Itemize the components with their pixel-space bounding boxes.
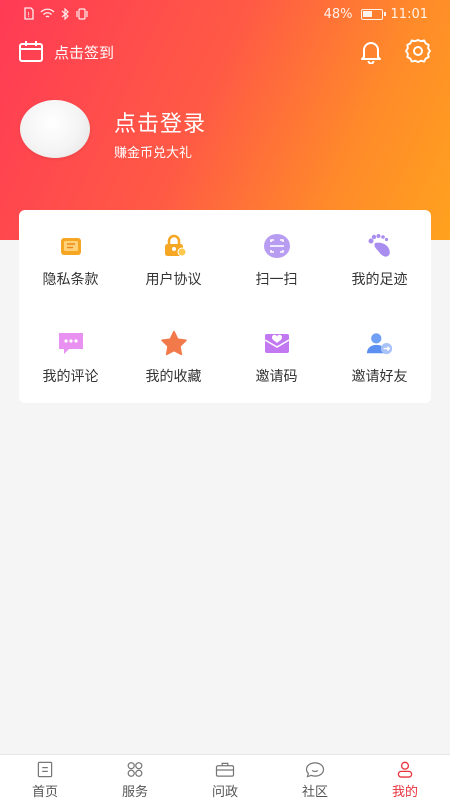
battery-percent: 48%: [323, 7, 353, 22]
user-agreement-lock-icon: [160, 232, 188, 260]
menu-card: 隐私条款 用户协议 扫一扫 我的足迹 我的评论 我的收藏 邀请码 邀请好友: [19, 210, 431, 403]
menu-item-label: 邀请码: [255, 369, 298, 385]
menu-item-favorites[interactable]: 我的收藏: [122, 307, 225, 403]
avatar[interactable]: [20, 100, 90, 158]
login-subtitle: 赚金币兑大礼: [114, 146, 193, 161]
menu-item-label: 用户协议: [145, 272, 202, 288]
community-chat-icon: [305, 762, 325, 778]
privacy-document-icon: [57, 232, 85, 260]
footprint-icon: [366, 232, 394, 260]
menu-item-invite-code[interactable]: 邀请码: [225, 307, 328, 403]
wifi-icon: [40, 8, 55, 18]
tab-inquiry[interactable]: 问政: [180, 755, 270, 800]
menu-item-label: 隐私条款: [42, 272, 99, 288]
menu-item-label: 我的评论: [42, 369, 99, 385]
scan-icon: [263, 232, 291, 260]
comment-icon: [57, 329, 85, 357]
menu-item-label: 我的收藏: [145, 369, 202, 385]
menu-item-label: 扫一扫: [255, 272, 298, 288]
bottom-tab-bar: 首页 服务 问政 社区 我的: [0, 754, 450, 800]
status-icons-left: !: [24, 7, 89, 20]
clock: 11:01: [390, 7, 428, 22]
gear-icon[interactable]: [404, 38, 432, 64]
menu-item-privacy[interactable]: 隐私条款: [19, 210, 122, 307]
svg-text:!: !: [27, 11, 30, 19]
signin-label: 点击签到: [54, 43, 115, 62]
tab-label: 服务: [121, 785, 148, 800]
service-grid-icon: [127, 762, 143, 777]
bell-icon[interactable]: [358, 38, 384, 64]
tab-service[interactable]: 服务: [90, 755, 180, 800]
tab-label: 问政: [211, 785, 238, 800]
star-icon: [160, 329, 188, 357]
tab-mine[interactable]: 我的: [360, 755, 450, 800]
sim-icon: !: [24, 7, 34, 20]
invite-code-envelope-icon: [263, 329, 291, 357]
calendar-icon: [19, 41, 43, 62]
tab-label: 首页: [31, 785, 58, 800]
menu-item-scan[interactable]: 扫一扫: [225, 210, 328, 307]
invite-friend-icon: [366, 329, 394, 357]
menu-item-label: 我的足迹: [351, 272, 408, 288]
tab-home[interactable]: 首页: [0, 755, 90, 800]
vibrate-icon: [76, 7, 88, 20]
status-icons-right: 48% 11:01: [324, 7, 428, 22]
signin-button[interactable]: 点击签到: [18, 40, 114, 64]
tab-community[interactable]: 社区: [270, 755, 360, 800]
menu-item-footprint[interactable]: 我的足迹: [328, 210, 431, 307]
status-bar: ! 48% 11:01: [0, 0, 450, 30]
menu-item-comment[interactable]: 我的评论: [19, 307, 122, 403]
menu-item-user-agreement[interactable]: 用户协议: [122, 210, 225, 307]
tab-label: 社区: [301, 785, 328, 800]
menu-item-invite-friend[interactable]: 邀请好友: [328, 307, 431, 403]
login-title[interactable]: 点击登录: [114, 106, 206, 138]
bluetooth-icon: [61, 7, 69, 20]
tab-label: 我的: [391, 785, 418, 800]
home-news-icon: [37, 761, 53, 778]
top-actions: [358, 38, 432, 64]
menu-grid: 隐私条款 用户协议 扫一扫 我的足迹 我的评论 我的收藏 邀请码 邀请好友: [19, 210, 431, 403]
battery-icon: [360, 9, 386, 20]
profile-icon: [397, 761, 413, 778]
menu-item-label: 邀请好友: [351, 369, 408, 385]
briefcase-icon: [215, 762, 235, 777]
